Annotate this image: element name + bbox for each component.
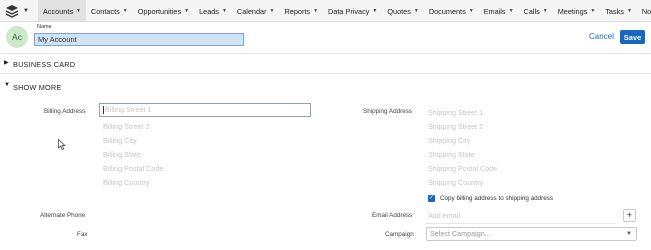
chevron-right-icon: ▶ <box>4 60 9 66</box>
chevron-down-icon[interactable]: ▼ <box>313 8 318 14</box>
text-cursor <box>103 106 104 115</box>
nav-item-label: Tasks <box>605 6 624 16</box>
nav-item-label: Reports <box>284 6 311 16</box>
nav-item-emails[interactable]: Emails ▼ <box>479 0 519 22</box>
fax-label: Fax <box>77 231 88 238</box>
nav-item-label: Leads <box>199 6 219 16</box>
email-underline <box>426 223 616 224</box>
nav-item-label: Accounts <box>43 6 74 16</box>
top-nav: ▼ Accounts ▼ Contacts ▼ Opportunities ▼ Leads ▼… <box>0 0 651 22</box>
section-show-more[interactable]: ▼ SHOW MORE <box>0 77 651 97</box>
nav-item-documents[interactable]: Documents ▼ <box>424 0 479 22</box>
email-address-label: Email Address <box>372 212 413 219</box>
section-title: SHOW MORE <box>13 83 62 92</box>
nav-menu: Accounts ▼ Contacts ▼ Opportunities ▼ Leads ▼ Ca… <box>38 0 651 22</box>
nav-item-label: Calendar <box>236 6 267 16</box>
billing-city-input[interactable]: Billing City <box>103 136 137 145</box>
billing-street-2-input[interactable]: Billing Street 2 <box>103 122 149 131</box>
campaign-placeholder: Select Campaign... <box>430 229 491 238</box>
nav-item-label: Meetings <box>557 6 588 16</box>
nav-item-label: Opportunities <box>137 6 182 16</box>
chevron-down-icon: ▼ <box>4 82 11 88</box>
chevron-down-icon[interactable]: ▼ <box>184 8 189 14</box>
copy-address-label: Copy billing address to shipping address <box>440 195 554 202</box>
nav-item-opportunities[interactable]: Opportunities ▼ <box>133 0 194 22</box>
nav-item-accounts[interactable]: Accounts ▼ <box>38 0 86 22</box>
chevron-down-icon[interactable]: ▼ <box>123 8 128 14</box>
chevron-down-icon[interactable]: ▼ <box>414 8 419 14</box>
avatar: Ac <box>6 26 28 48</box>
shipping-city-input[interactable]: Shipping City <box>428 136 470 145</box>
chevron-down-icon[interactable]: ▼ <box>76 8 81 14</box>
nav-item-data-privacy[interactable]: Data Privacy ▼ <box>323 0 382 22</box>
campaign-label: Campaign <box>385 231 414 238</box>
nav-item-contacts[interactable]: Contacts ▼ <box>86 0 133 22</box>
chevron-down-icon: ▼ <box>626 231 632 237</box>
nav-item-calendar[interactable]: Calendar ▼ <box>232 0 280 22</box>
chevron-down-icon[interactable]: ▼ <box>543 8 548 14</box>
chevron-down-icon[interactable]: ▼ <box>590 8 595 14</box>
chevron-down-icon[interactable]: ▼ <box>23 8 29 14</box>
cancel-button[interactable]: Cancel <box>589 32 614 41</box>
placeholder: Billing Street 1 <box>105 105 152 114</box>
nav-item-label: Not <box>641 6 651 16</box>
nav-item-label: Calls <box>523 6 540 16</box>
name-label: Name <box>37 24 52 30</box>
plus-icon: + <box>626 210 633 220</box>
add-email-button[interactable]: + <box>623 209 636 222</box>
billing-street-1-input[interactable]: Billing Street 1 <box>99 103 311 117</box>
email-input[interactable]: Add email <box>428 211 460 220</box>
nav-item-not[interactable]: Not▼ <box>637 0 651 22</box>
nav-item-label: Documents <box>428 6 466 16</box>
name-input[interactable]: My Account <box>34 33 244 46</box>
chevron-down-icon[interactable]: ▼ <box>270 8 275 14</box>
nav-item-label: Emails <box>483 6 506 16</box>
chevron-down-icon[interactable]: ▼ <box>509 8 514 14</box>
nav-item-meetings[interactable]: Meetings ▼ <box>553 0 601 22</box>
shipping-address-label: Shipping Address <box>363 108 413 115</box>
billing-address-label: Billing Address <box>44 108 86 115</box>
nav-item-label: Contacts <box>90 6 120 16</box>
nav-item-calls[interactable]: Calls ▼ <box>519 0 553 22</box>
shipping-country-input[interactable]: Shipping Country <box>428 178 483 187</box>
billing-postal-code-input[interactable]: Billing Postal Code <box>103 164 163 173</box>
record-header: Ac Name My Account Cancel Save <box>0 22 651 54</box>
billing-state-input[interactable]: Billing State <box>103 150 141 159</box>
section-title: BUSINESS CARD <box>13 60 76 69</box>
chevron-down-icon[interactable]: ▼ <box>222 8 227 14</box>
campaign-select[interactable]: Select Campaign... ▼ <box>426 227 637 241</box>
shipping-state-input[interactable]: Shipping State <box>428 150 475 159</box>
copy-address-checkbox[interactable]: ✓ <box>428 195 435 202</box>
layers-icon[interactable] <box>5 4 19 18</box>
shipping-street-1-input[interactable]: Shipping Street 1 <box>428 108 483 117</box>
billing-country-input[interactable]: Billing Country <box>103 178 149 187</box>
nav-item-tasks[interactable]: Tasks ▼ <box>600 0 637 22</box>
nav-item-leads[interactable]: Leads ▼ <box>194 0 232 22</box>
nav-item-label: Quotes <box>387 6 411 16</box>
shipping-postal-code-input[interactable]: Shipping Postal Code <box>428 164 497 173</box>
section-business-card[interactable]: ▶ BUSINESS CARD <box>0 54 651 74</box>
nav-item-quotes[interactable]: Quotes ▼ <box>382 0 423 22</box>
nav-item-reports[interactable]: Reports ▼ <box>280 0 324 22</box>
alternate-phone-label: Alternate Phone <box>40 212 86 219</box>
save-button[interactable]: Save <box>620 30 645 44</box>
chevron-down-icon[interactable]: ▼ <box>372 8 377 14</box>
mouse-pointer-icon <box>58 139 66 150</box>
shipping-street-2-input[interactable]: Shipping Street 2 <box>428 122 483 131</box>
chevron-down-icon[interactable]: ▼ <box>469 8 474 14</box>
chevron-down-icon[interactable]: ▼ <box>627 8 632 14</box>
nav-item-label: Data Privacy <box>328 6 370 16</box>
